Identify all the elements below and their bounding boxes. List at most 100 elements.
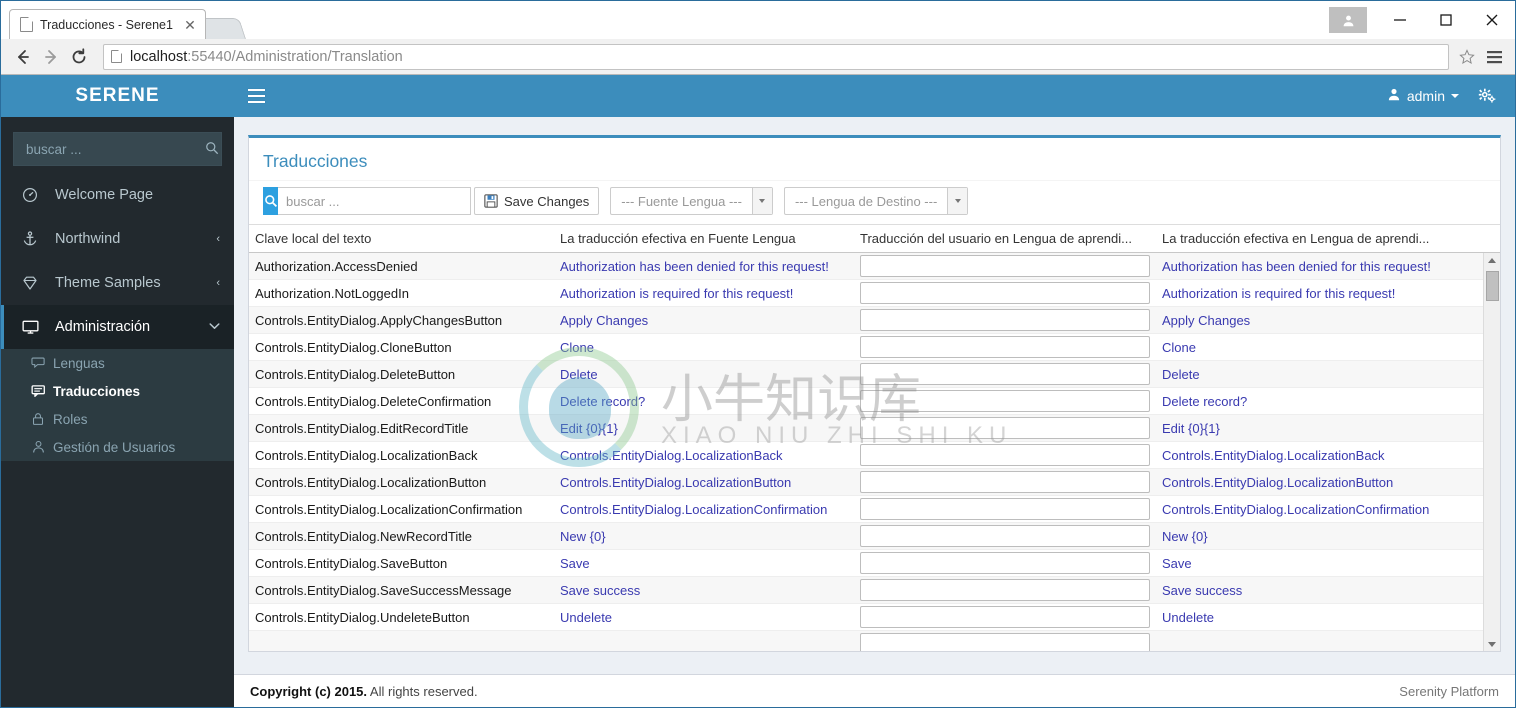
reload-button[interactable] (65, 43, 93, 71)
sidebar-item-administracion[interactable]: Administración (1, 305, 234, 349)
cell-user-translation[interactable] (854, 579, 1156, 601)
cell-user-translation[interactable] (854, 255, 1156, 277)
save-changes-button[interactable]: Save Changes (474, 187, 600, 215)
user-translation-input[interactable] (860, 309, 1150, 331)
close-tab-icon[interactable]: ✕ (181, 16, 199, 34)
cell-source-translation: Authorization has been denied for this r… (560, 258, 829, 274)
table-row[interactable] (249, 631, 1483, 651)
scrollbar-thumb[interactable] (1485, 271, 1499, 301)
sidebar-toggle-button[interactable] (234, 75, 278, 117)
cell-user-translation[interactable] (854, 498, 1156, 520)
sidebar-item-lenguas[interactable]: Lenguas (1, 349, 234, 377)
user-translation-input[interactable] (860, 255, 1150, 277)
user-translation-input[interactable] (860, 633, 1150, 651)
forward-button[interactable] (37, 43, 65, 71)
cell-user-translation[interactable] (854, 282, 1156, 304)
user-translation-input[interactable] (860, 390, 1150, 412)
table-row[interactable]: Authorization.AccessDenied Authorization … (249, 253, 1483, 280)
column-header-effective-translation[interactable]: La traducción efectiva en Lengua de apre… (1156, 225, 1483, 252)
maximize-button[interactable] (1423, 1, 1469, 39)
copyright-strong: Copyright (c) 2015. (250, 683, 368, 699)
user-translation-input[interactable] (860, 336, 1150, 358)
cell-user-translation[interactable] (854, 552, 1156, 574)
browser-tab[interactable]: Traducciones - Serene1 ✕ (9, 9, 206, 39)
table-row[interactable]: Controls.EntityDialog.DeleteConfirmation… (249, 388, 1483, 415)
user-menu[interactable]: admin (1375, 75, 1472, 117)
cell-key: Controls.EntityDialog.DeleteConfirmation (255, 393, 492, 409)
comment-icon (31, 384, 53, 398)
cell-user-translation[interactable] (854, 525, 1156, 547)
column-header-source-translation[interactable]: La traducción efectiva en Fuente Lengua (554, 225, 854, 252)
search-icon[interactable] (263, 187, 278, 215)
sidebar-search-input[interactable] (24, 140, 205, 158)
scrollbar-track[interactable] (1484, 267, 1501, 637)
address-bar[interactable]: localhost:55440/Administration/Translati… (103, 43, 1449, 70)
sidebar-item-northwind[interactable]: Northwind ‹ (1, 217, 234, 261)
back-arrow-icon (18, 49, 29, 64)
sidebar-item-gestion-de-usuarios[interactable]: Gestión de Usuarios (1, 433, 234, 461)
table-row[interactable]: Controls.EntityDialog.SaveButton Save Save (249, 550, 1483, 577)
quick-search[interactable] (263, 187, 471, 215)
cell-user-translation[interactable] (854, 390, 1156, 412)
source-language-select[interactable]: --- Fuente Lengua --- (610, 187, 773, 215)
back-button[interactable] (9, 43, 37, 71)
table-row[interactable]: Controls.EntityDialog.SaveSuccessMessage… (249, 577, 1483, 604)
scroll-up-icon[interactable] (1484, 253, 1501, 267)
main-region: admin Traducciones buscar ... Save Chang… (234, 75, 1515, 707)
user-translation-input[interactable] (860, 525, 1150, 547)
cell-user-translation[interactable] (854, 309, 1156, 331)
user-translation-input[interactable] (860, 444, 1150, 466)
cell-user-translation[interactable] (854, 336, 1156, 358)
brand-logo[interactable]: SERENE (1, 75, 234, 117)
bookmark-button[interactable] (1455, 44, 1479, 70)
sidebar-item-traducciones[interactable]: Traducciones (1, 377, 234, 405)
target-language-select[interactable]: --- Lengua de Destino --- (783, 187, 969, 215)
search-icon[interactable] (205, 141, 219, 158)
user-translation-input[interactable] (860, 417, 1150, 439)
sidebar-item-theme-samples[interactable]: Theme Samples ‹ (1, 261, 234, 305)
user-translation-input[interactable] (860, 471, 1150, 493)
table-row[interactable]: Controls.EntityDialog.DeleteButton Delete… (249, 361, 1483, 388)
settings-button[interactable] (1472, 75, 1502, 117)
cell-key: Authorization.AccessDenied (255, 258, 418, 274)
chevron-down-icon[interactable] (947, 188, 968, 214)
cell-user-translation[interactable] (854, 606, 1156, 628)
table-row[interactable]: Controls.EntityDialog.LocalizationButton… (249, 469, 1483, 496)
search-input[interactable] (278, 187, 471, 215)
table-row[interactable]: Controls.EntityDialog.EditRecordTitle Edi… (249, 415, 1483, 442)
table-row[interactable]: Controls.EntityDialog.CloneButton Clone Cl… (249, 334, 1483, 361)
table-row[interactable]: Controls.EntityDialog.UndeleteButton Unde… (249, 604, 1483, 631)
user-translation-input[interactable] (860, 606, 1150, 628)
profile-avatar-icon[interactable] (1329, 7, 1367, 33)
user-translation-input[interactable] (860, 282, 1150, 304)
table-row[interactable]: Controls.EntityDialog.NewRecordTitle New … (249, 523, 1483, 550)
table-row[interactable]: Controls.EntityDialog.ApplyChangesButton… (249, 307, 1483, 334)
user-translation-input[interactable] (860, 498, 1150, 520)
column-header-user-translation[interactable]: Traducción del usuario en Lengua de apre… (854, 225, 1156, 252)
table-row[interactable]: Controls.EntityDialog.LocalizationConfir… (249, 496, 1483, 523)
chevron-down-icon[interactable] (751, 188, 772, 214)
scroll-down-icon[interactable] (1484, 637, 1501, 651)
sidebar-item-welcome-page[interactable]: Welcome Page (1, 173, 234, 217)
dashboard-glyph (22, 187, 38, 203)
column-header-key[interactable]: Clave local del texto (249, 225, 554, 252)
sidebar-item-roles[interactable]: Roles (1, 405, 234, 433)
user-translation-input[interactable] (860, 363, 1150, 385)
close-window-button[interactable] (1469, 1, 1515, 39)
sidebar-search[interactable] (13, 132, 222, 166)
translations-panel: Traducciones buscar ... Save Changes ---… (248, 135, 1501, 652)
cell-user-translation[interactable] (854, 633, 1156, 651)
grid-vertical-scrollbar[interactable] (1483, 253, 1500, 651)
content-area: Traducciones buscar ... Save Changes ---… (234, 117, 1515, 674)
browser-menu-button[interactable] (1481, 44, 1507, 70)
cell-user-translation[interactable] (854, 444, 1156, 466)
cell-user-translation[interactable] (854, 363, 1156, 385)
minimize-button[interactable] (1377, 1, 1423, 39)
user-translation-input[interactable] (860, 552, 1150, 574)
table-row[interactable]: Authorization.NotLoggedIn Authorization i… (249, 280, 1483, 307)
table-row[interactable]: Controls.EntityDialog.LocalizationBack Co… (249, 442, 1483, 469)
user-translation-input[interactable] (860, 579, 1150, 601)
cell-user-translation[interactable] (854, 471, 1156, 493)
anchor-icon (22, 231, 46, 247)
cell-user-translation[interactable] (854, 417, 1156, 439)
